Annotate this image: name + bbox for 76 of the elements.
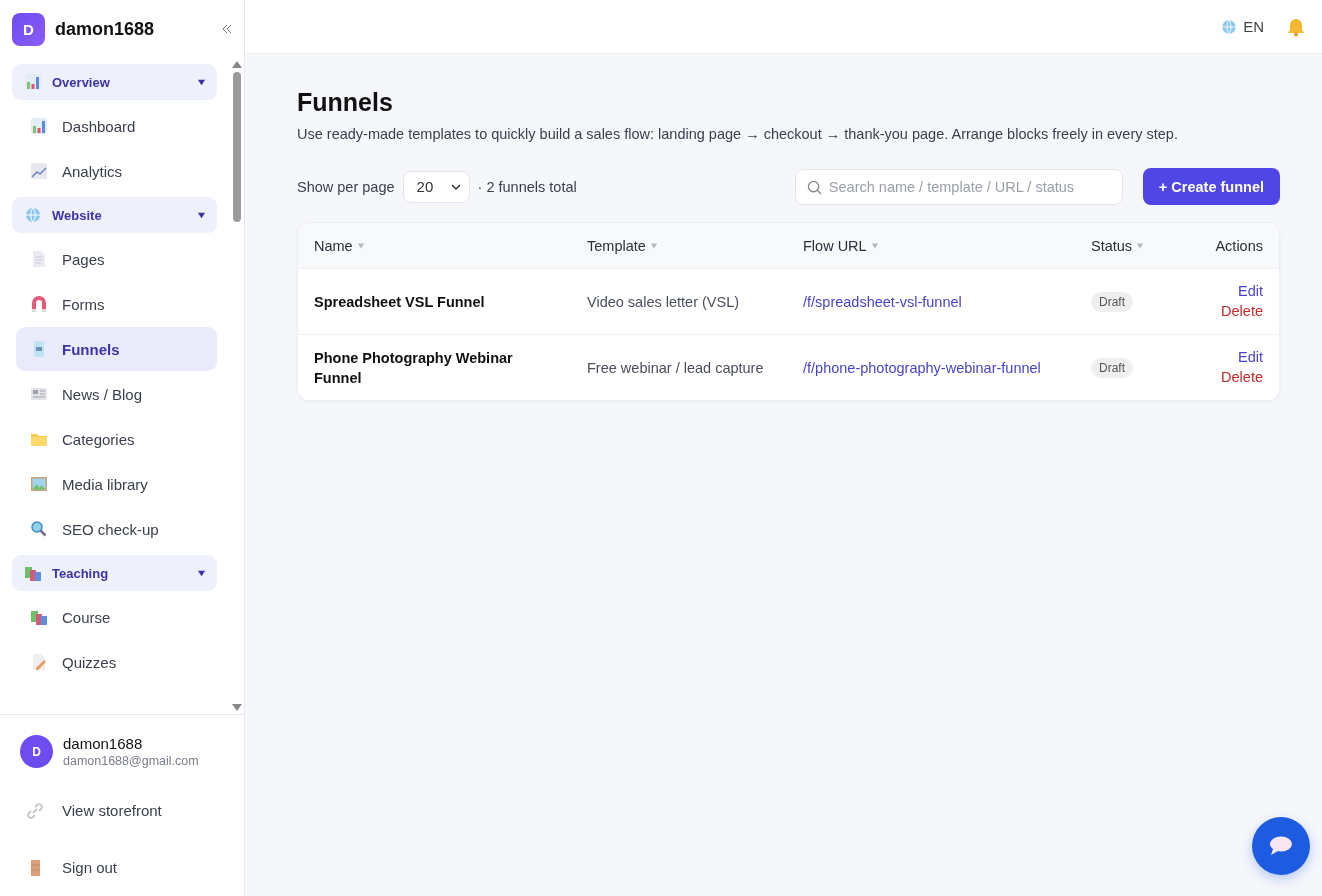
line-chart-icon (30, 162, 48, 180)
globe-icon (24, 206, 42, 224)
nav-item[interactable]: Media library (16, 462, 217, 506)
user-avatar: D (20, 735, 53, 768)
scroll-down-icon[interactable] (232, 704, 242, 712)
total-count: · 2 funnels total (477, 178, 577, 195)
pencil-page-icon (30, 653, 48, 671)
nav-group-header[interactable]: Overview (12, 64, 217, 100)
page-description: Use ready-made templates to quickly build a sales flow: landing page → checkout → thank-you page. Arrange blocks freely in every step. (297, 126, 1179, 142)
column-header[interactable]: Name (314, 237, 587, 254)
status-badge: Draft (1091, 357, 1133, 378)
caret-icon (197, 568, 206, 578)
nav-item[interactable]: SEO check-up (16, 507, 217, 551)
link-icon (26, 801, 44, 820)
scroll-up-icon[interactable] (232, 60, 242, 68)
books-icon (24, 564, 42, 582)
chevron-down-icon (450, 181, 461, 192)
sign-out-link[interactable]: Sign out (0, 839, 244, 896)
nav-item[interactable]: Dashboard (16, 104, 217, 148)
per-page-select[interactable]: 20 (402, 170, 470, 203)
nav-group-header[interactable]: Website (12, 197, 217, 233)
document-icon (30, 250, 48, 268)
search-field[interactable]: Search name / template / URL / status (794, 168, 1123, 205)
nav-item[interactable]: Quizzes (16, 640, 217, 684)
user-email: damon1688@gmail.com (63, 754, 199, 768)
column-header: Actions (1214, 237, 1263, 254)
nav-item[interactable]: Course (16, 595, 217, 639)
column-header[interactable]: Template (587, 237, 803, 254)
globe-icon (1221, 18, 1238, 35)
scrollbar-thumb[interactable] (233, 72, 241, 222)
caret-icon (197, 210, 206, 220)
caret-icon (649, 241, 658, 250)
nav-group-header[interactable]: Teaching (12, 555, 217, 591)
magnet-icon (30, 295, 48, 313)
image-icon (30, 475, 48, 493)
caret-icon (870, 241, 879, 250)
language-button[interactable]: EN (1221, 18, 1264, 35)
nav-item[interactable]: Analytics (16, 149, 217, 193)
create-funnel-button[interactable]: + Create funnel (1142, 168, 1280, 205)
brand-name: damon1688 (55, 18, 156, 40)
bar-chart-icon (24, 73, 42, 91)
edit-link[interactable]: Edit (1238, 348, 1263, 367)
per-page-label: Show per page (297, 178, 395, 195)
nav-item[interactable]: News / Blog (16, 372, 217, 416)
flow-url-link[interactable]: /f/phone-photography-webinar-funnel (803, 357, 1091, 378)
status-badge: Draft (1091, 291, 1133, 312)
user-name: damon1688 (63, 735, 144, 752)
storefront-link[interactable]: View storefront (0, 782, 244, 839)
template-name: Video sales letter (VSL) (587, 292, 741, 312)
bell-icon[interactable] (1286, 16, 1306, 37)
books-icon (30, 608, 48, 626)
caret-icon (356, 241, 365, 250)
edit-link[interactable]: Edit (1238, 282, 1263, 301)
funnel-name: Spreadsheet VSL Funnel (314, 292, 486, 312)
page-title: Funnels (297, 88, 394, 117)
column-header[interactable]: Status (1091, 237, 1153, 254)
nav-item[interactable]: Pages (16, 237, 217, 281)
nav-item[interactable]: Forms (16, 282, 217, 326)
delete-link[interactable]: Delete (1221, 368, 1263, 387)
funnel-name: Phone Photography Webinar Funnel (314, 348, 514, 388)
nav-item[interactable]: Funnels (16, 327, 217, 371)
caret-icon (197, 77, 206, 87)
bar-chart-icon (30, 117, 48, 135)
search-icon (806, 179, 822, 195)
newspaper-icon (30, 385, 48, 403)
speech-bubble-icon (1268, 835, 1294, 857)
collapse-icon[interactable] (222, 24, 232, 34)
delete-link[interactable]: Delete (1221, 302, 1263, 321)
column-header[interactable]: Flow URL (803, 237, 1091, 254)
magnifier-icon (30, 520, 48, 538)
caret-icon (1136, 241, 1145, 250)
brand-logo: D (12, 12, 45, 46)
flow-url-link[interactable]: /f/spreadsheet-vsl-funnel (803, 291, 1091, 312)
template-name: Free webinar / lead capture (587, 358, 765, 378)
nav-item[interactable]: Categories (16, 417, 217, 461)
chat-button[interactable] (1252, 817, 1310, 875)
